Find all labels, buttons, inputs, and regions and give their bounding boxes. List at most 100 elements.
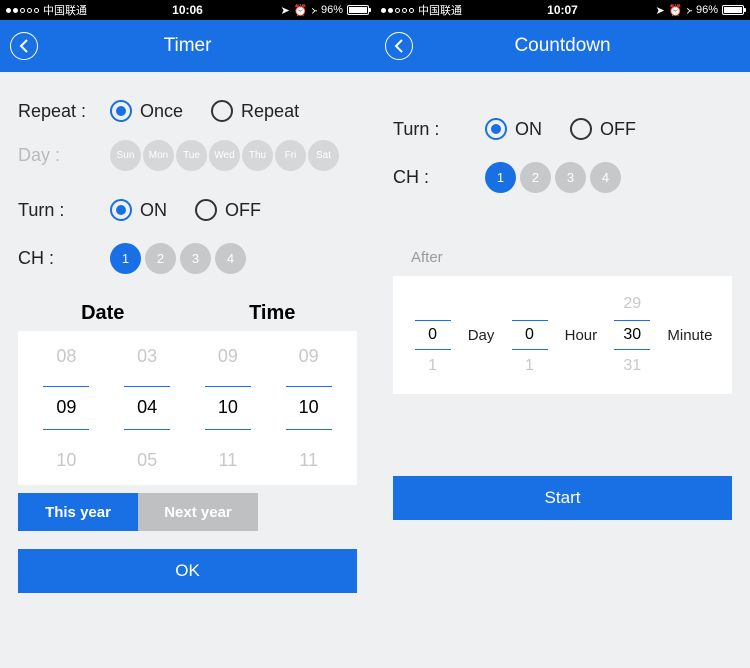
carrier-label: 中国联通 [418, 2, 462, 18]
day-sat[interactable]: Sat [308, 140, 339, 171]
after-min-cur: 30 [614, 320, 650, 350]
status-bar: 中国联通 10:06 ➤ ⏰ ᚛ 96% [0, 0, 375, 20]
radio-on[interactable]: ON [485, 118, 542, 140]
ch-3[interactable]: 3 [180, 243, 211, 274]
day-thu[interactable]: Thu [242, 140, 273, 171]
ok-button[interactable]: OK [18, 549, 357, 593]
minute-wheel[interactable]: 09 10 11 [268, 331, 349, 485]
radio-repeat-label: Repeat [241, 101, 299, 122]
radio-off-label: OFF [225, 200, 261, 221]
unit-day: Day [468, 327, 495, 344]
turn-label: Turn : [18, 200, 110, 221]
battery-pct: 96% [321, 4, 343, 16]
radio-on[interactable]: ON [110, 199, 167, 221]
ch-3[interactable]: 3 [555, 162, 586, 193]
date-time-picker[interactable]: 08 09 10 03 04 05 09 10 11 09 10 [18, 331, 357, 485]
date-heading: Date [18, 302, 188, 325]
tab-next-year[interactable]: Next year [138, 493, 258, 531]
month-prev: 08 [43, 344, 89, 368]
after-hour-cur: 0 [512, 320, 548, 350]
month-wheel[interactable]: 08 09 10 [26, 331, 107, 485]
year-tabs: This year Next year [18, 493, 258, 531]
after-hour-wheel[interactable]: 0 1 [510, 294, 550, 376]
chevron-left-icon [19, 39, 29, 53]
clock-label: 10:07 [547, 3, 578, 17]
day-mon[interactable]: Mon [143, 140, 174, 171]
radio-once-label: Once [140, 101, 183, 122]
hour-wheel[interactable]: 09 10 11 [188, 331, 269, 485]
after-min-prev: 29 [614, 294, 650, 314]
chevron-left-icon [394, 39, 404, 53]
after-hour-next: 1 [512, 356, 548, 376]
after-picker[interactable]: 0 1 Day 0 1 Hour 29 30 31 Minute [393, 276, 732, 394]
location-icon: ➤ [280, 4, 289, 17]
after-minute-wheel[interactable]: 29 30 31 [612, 294, 652, 376]
ch-4[interactable]: 4 [215, 243, 246, 274]
radio-on-label: ON [140, 200, 167, 221]
day-label: Day : [18, 145, 110, 166]
radio-repeat[interactable]: Repeat [211, 100, 299, 122]
location-icon: ➤ [655, 4, 664, 17]
hour-prev: 09 [205, 344, 251, 368]
month-next: 10 [43, 448, 89, 472]
day-fri[interactable]: Fri [275, 140, 306, 171]
hour-cur: 10 [205, 386, 251, 430]
ch-2[interactable]: 2 [145, 243, 176, 274]
battery-icon [347, 5, 369, 15]
day-sun[interactable]: Sun [110, 140, 141, 171]
day-row: Day : Sun Mon Tue Wed Thu Fri Sat [18, 140, 357, 171]
header: Timer [0, 20, 375, 72]
ch-1[interactable]: 1 [485, 162, 516, 193]
min-cur: 10 [286, 386, 332, 430]
after-day-wheel[interactable]: 0 1 [413, 294, 453, 376]
after-day-cur: 0 [415, 320, 451, 350]
back-button[interactable] [10, 32, 38, 60]
day-next: 05 [124, 448, 170, 472]
start-button[interactable]: Start [393, 476, 732, 520]
bluetooth-icon: ᚛ [686, 4, 692, 17]
day-wed[interactable]: Wed [209, 140, 240, 171]
repeat-label: Repeat : [18, 101, 110, 122]
min-next: 11 [286, 448, 332, 472]
after-day-next: 1 [415, 356, 451, 376]
repeat-row: Repeat : Once Repeat [18, 100, 357, 122]
ch-row: CH : 1 2 3 4 [18, 243, 357, 274]
after-label: After [411, 249, 750, 266]
battery-icon [722, 5, 744, 15]
day-prev: 03 [124, 344, 170, 368]
signal-dots-icon [6, 8, 39, 13]
radio-off-label: OFF [600, 119, 636, 140]
signal-dots-icon [381, 8, 414, 13]
header: Countdown [375, 20, 750, 72]
phone-countdown: 中国联通 10:07 ➤ ⏰ ᚛ 96% Countdown Turn : ON [375, 0, 750, 668]
turn-label: Turn : [393, 119, 485, 140]
alarm-icon: ⏰ [669, 4, 683, 17]
day-tue[interactable]: Tue [176, 140, 207, 171]
turn-row: Turn : ON OFF [393, 118, 732, 140]
ch-1[interactable]: 1 [110, 243, 141, 274]
turn-row: Turn : ON OFF [18, 199, 357, 221]
tab-this-year[interactable]: This year [18, 493, 138, 531]
radio-once[interactable]: Once [110, 100, 183, 122]
back-button[interactable] [385, 32, 413, 60]
day-wheel[interactable]: 03 04 05 [107, 331, 188, 485]
radio-off[interactable]: OFF [570, 118, 636, 140]
day-cur: 04 [124, 386, 170, 430]
page-title: Timer [164, 35, 212, 57]
unit-minute: Minute [667, 327, 712, 344]
ch-label: CH : [393, 167, 485, 188]
carrier-label: 中国联通 [43, 2, 87, 18]
battery-pct: 96% [696, 4, 718, 16]
radio-on-label: ON [515, 119, 542, 140]
bluetooth-icon: ᚛ [311, 4, 317, 17]
date-time-header: Date Time [18, 302, 357, 325]
hour-next: 11 [205, 448, 251, 472]
ch-4[interactable]: 4 [590, 162, 621, 193]
month-cur: 09 [43, 386, 89, 430]
clock-label: 10:06 [172, 3, 203, 17]
min-prev: 09 [286, 344, 332, 368]
unit-hour: Hour [565, 327, 598, 344]
radio-off[interactable]: OFF [195, 199, 261, 221]
status-bar: 中国联通 10:07 ➤ ⏰ ᚛ 96% [375, 0, 750, 20]
ch-2[interactable]: 2 [520, 162, 551, 193]
